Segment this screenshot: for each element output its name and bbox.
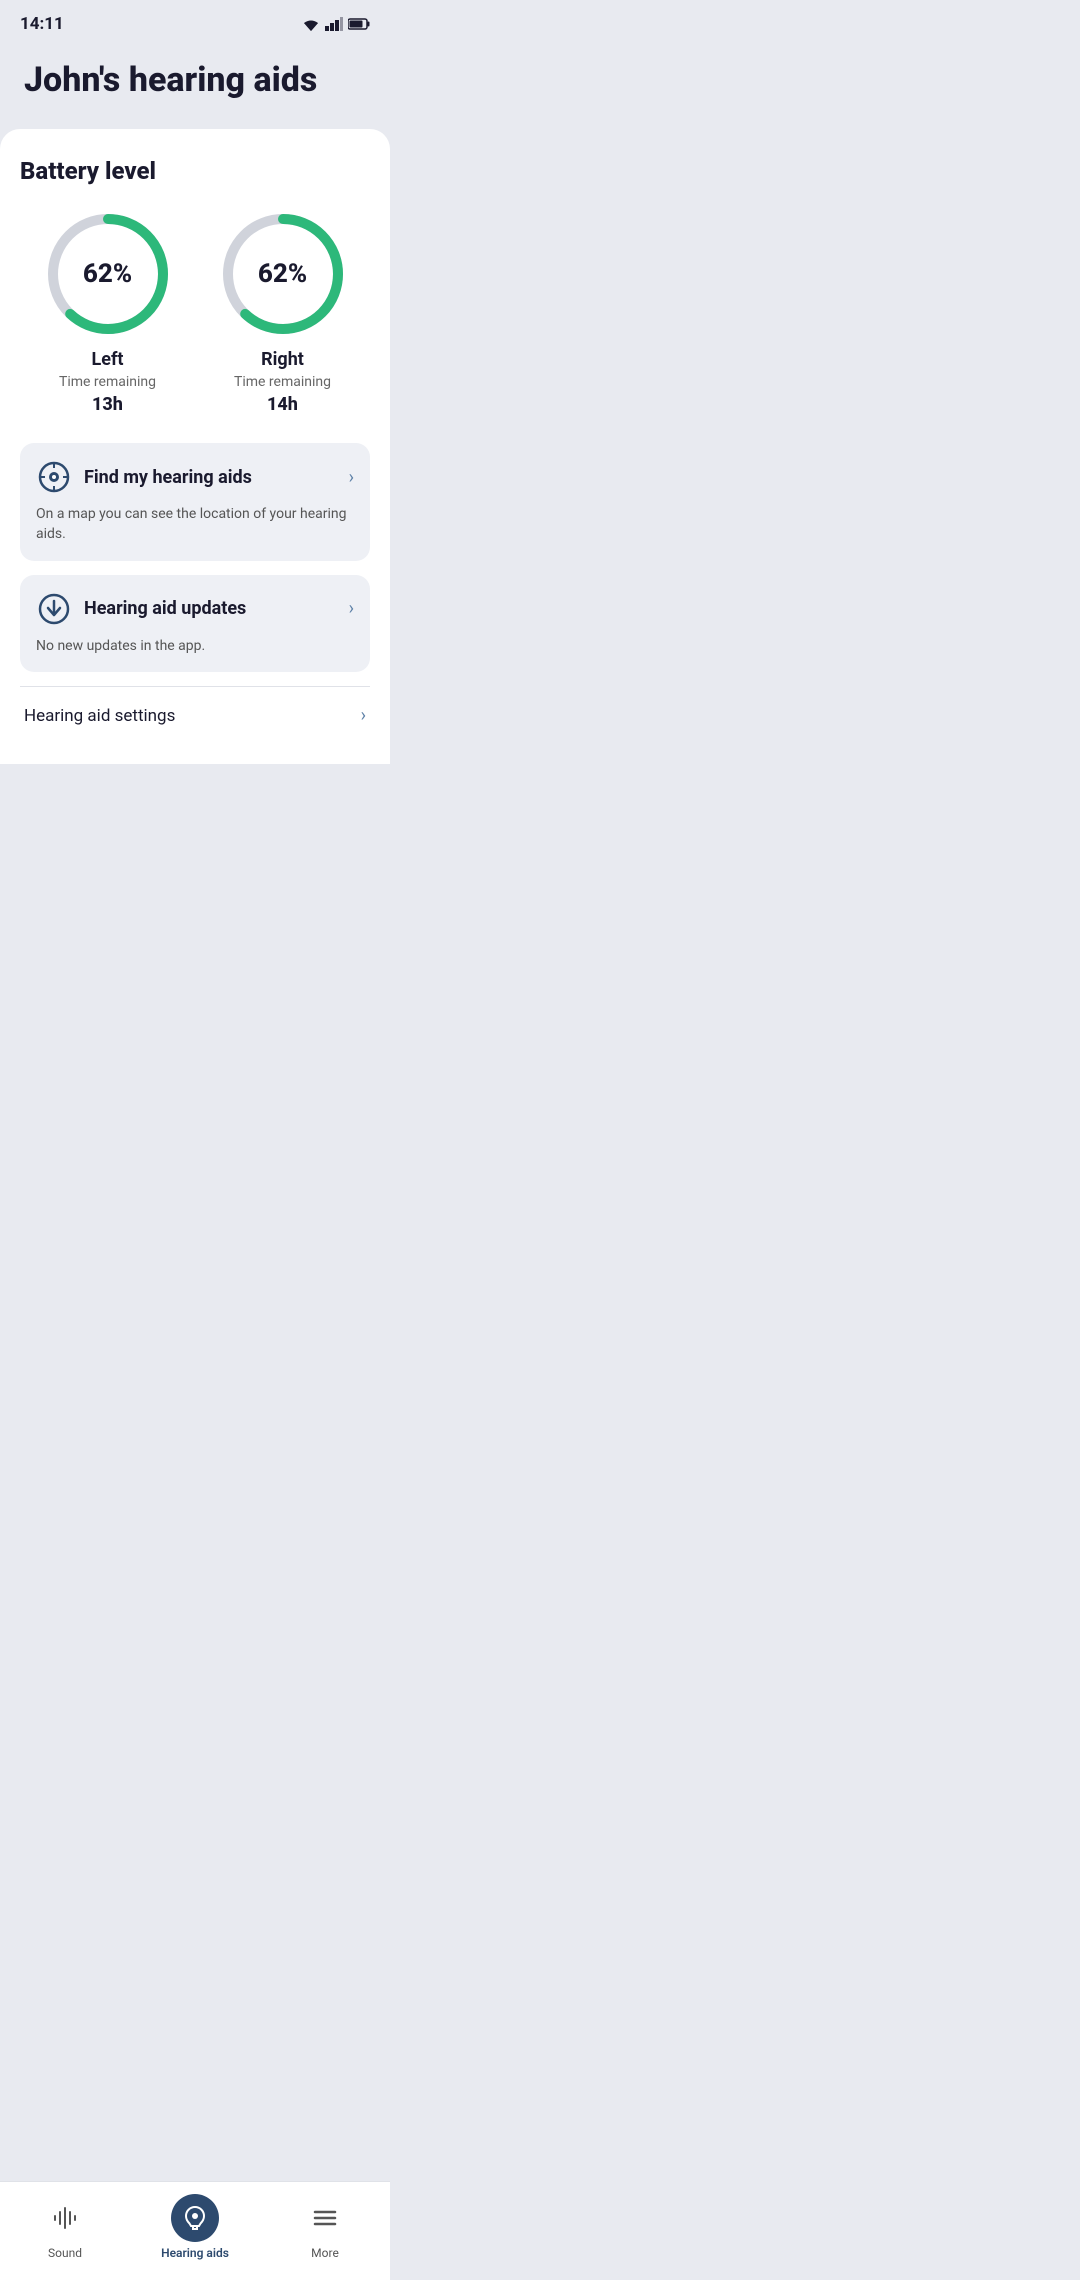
sound-nav-label: Sound: [48, 2246, 82, 2260]
battery-left-percent: 62%: [83, 259, 132, 289]
battery-right-percent: 62%: [258, 259, 307, 289]
find-card-chevron: ›: [349, 467, 354, 488]
bottom-nav: Sound Hearing aids More: [0, 2181, 390, 2280]
sound-icon: [51, 2204, 79, 2232]
more-nav-label: More: [311, 2246, 339, 2260]
battery-right-circle: 62%: [218, 209, 348, 339]
status-icons: [302, 17, 370, 31]
battery-left-circle: 62%: [43, 209, 173, 339]
battery-right-time-value: 14h: [267, 394, 298, 415]
find-icon: [36, 459, 72, 495]
nav-item-sound[interactable]: Sound: [0, 2194, 130, 2260]
more-icon: [311, 2204, 339, 2232]
updates-card-header: Hearing aid updates ›: [36, 591, 354, 627]
battery-right: 62% Right Time remaining 14h: [218, 209, 348, 415]
battery-container: 62% Left Time remaining 13h 62% Right Ti…: [20, 209, 370, 415]
battery-section-title: Battery level: [20, 157, 370, 185]
page-title-area: John's hearing aids: [0, 42, 390, 129]
find-card-header: Find my hearing aids ›: [36, 459, 354, 495]
battery-status-icon: [348, 18, 370, 30]
battery-left-label: Left: [92, 349, 124, 370]
page-title: John's hearing aids: [24, 62, 366, 99]
find-hearing-aids-card[interactable]: Find my hearing aids › On a map you can …: [20, 443, 370, 560]
more-nav-icon-wrap: [301, 2194, 349, 2242]
main-card: Battery level 62% Left Time remaining 13…: [0, 129, 390, 764]
hearing-aid-settings-row[interactable]: Hearing aid settings ›: [20, 686, 370, 744]
battery-left-time-label: Time remaining: [59, 374, 156, 390]
hearing-aid-updates-card[interactable]: Hearing aid updates › No new updates in …: [20, 575, 370, 673]
nav-item-hearing-aids[interactable]: Hearing aids: [130, 2194, 260, 2260]
hearing-aids-nav-icon-wrap: [171, 2194, 219, 2242]
battery-right-time-label: Time remaining: [234, 374, 331, 390]
find-card-description: On a map you can see the location of you…: [36, 505, 354, 544]
nav-item-more[interactable]: More: [260, 2194, 390, 2260]
find-card-title: Find my hearing aids: [84, 467, 252, 488]
battery-left-time-value: 13h: [92, 394, 123, 415]
status-time: 14:11: [20, 14, 64, 34]
wifi-icon: [302, 17, 320, 31]
updates-card-description: No new updates in the app.: [36, 637, 354, 657]
updates-card-chevron: ›: [349, 598, 354, 619]
settings-row-chevron: ›: [361, 705, 366, 726]
battery-left: 62% Left Time remaining 13h: [43, 209, 173, 415]
updates-icon: [36, 591, 72, 627]
hearing-aids-nav-label: Hearing aids: [161, 2246, 229, 2260]
status-bar: 14:11: [0, 0, 390, 42]
updates-card-title-row: Hearing aid updates: [36, 591, 246, 627]
settings-row-title: Hearing aid settings: [24, 706, 175, 726]
battery-right-label: Right: [261, 349, 304, 370]
find-card-title-row: Find my hearing aids: [36, 459, 252, 495]
hearing-aids-icon: [181, 2204, 209, 2232]
sound-nav-icon-wrap: [41, 2194, 89, 2242]
signal-icon: [325, 17, 343, 31]
updates-card-title: Hearing aid updates: [84, 598, 246, 619]
